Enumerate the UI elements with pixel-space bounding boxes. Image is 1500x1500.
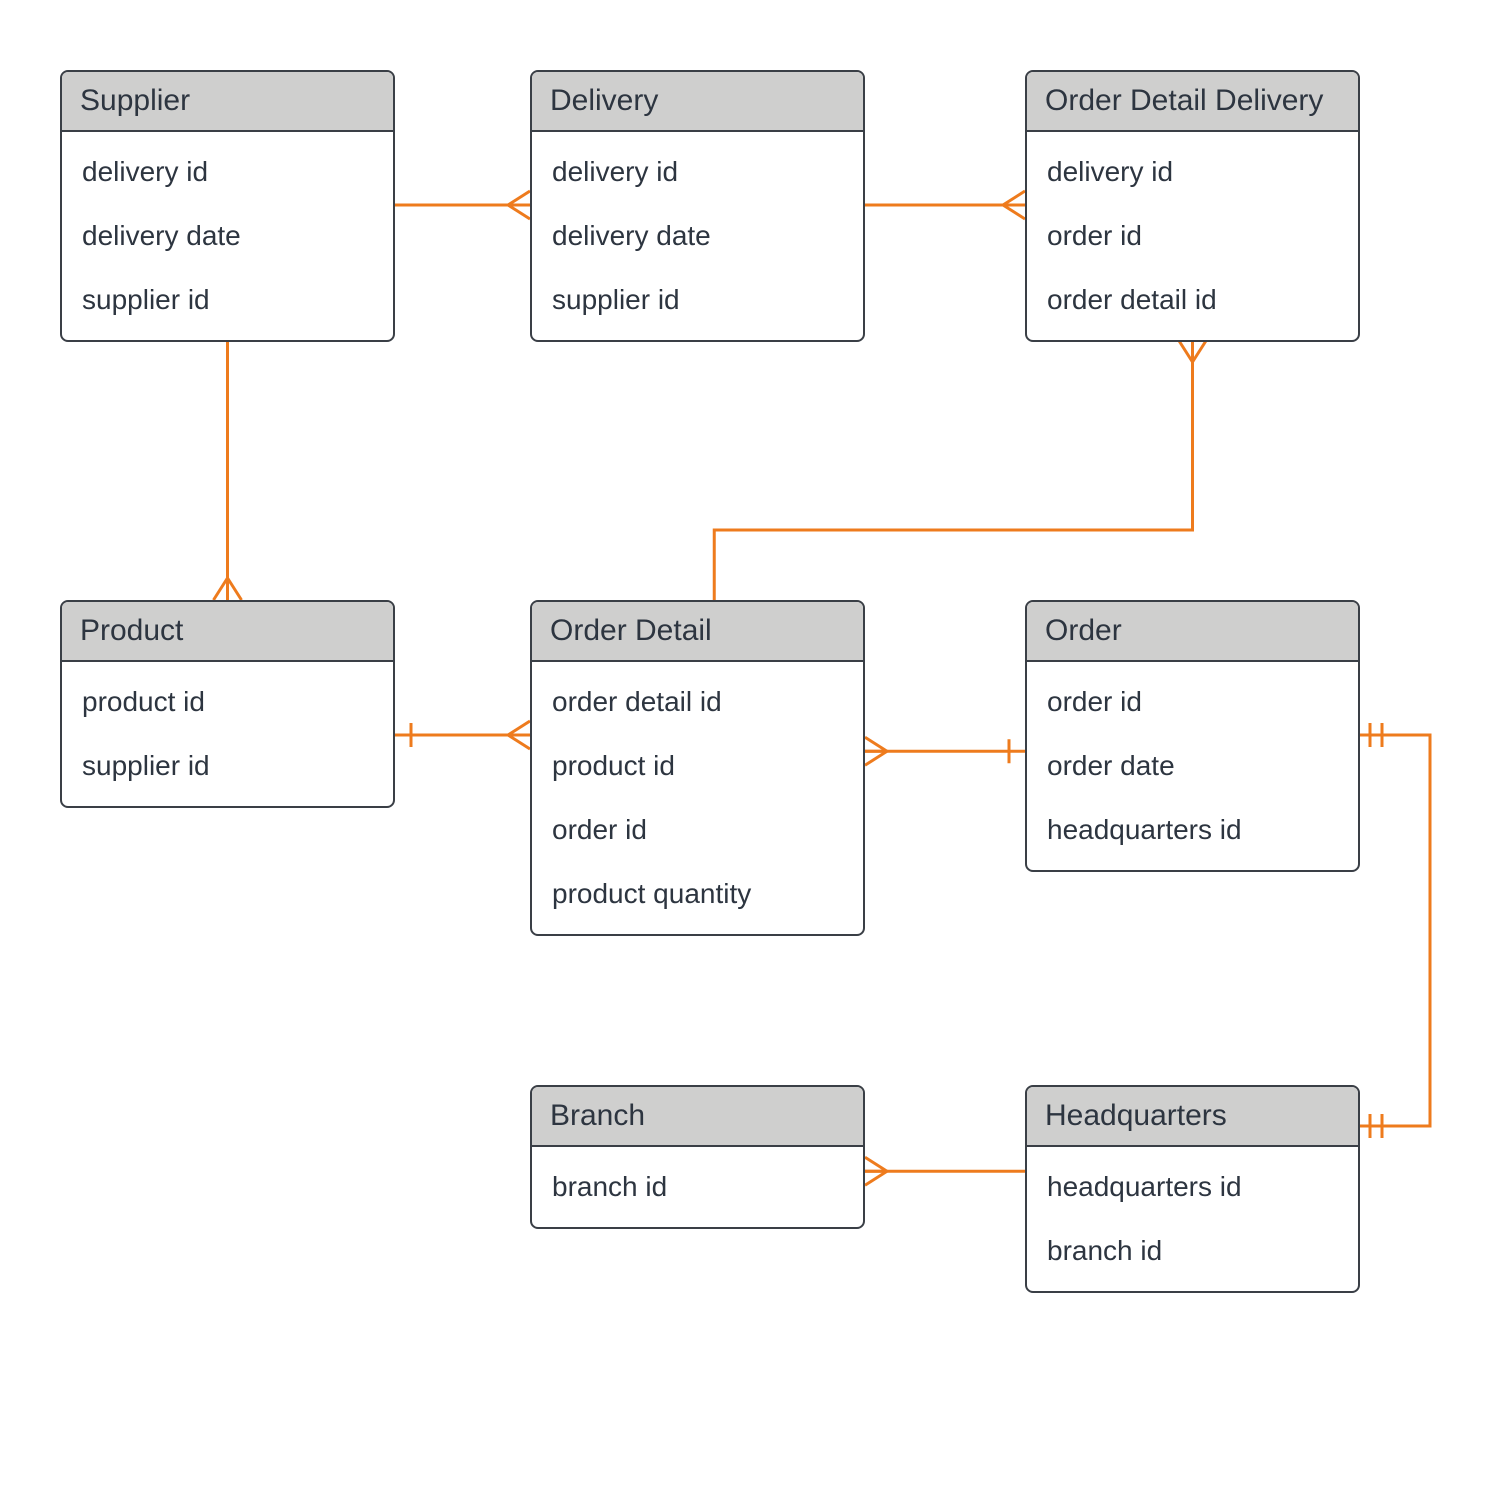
entity-product: Product product id supplier id [60,600,395,808]
entity-attrs: headquarters id branch id [1027,1147,1358,1291]
entity-title: Order Detail [532,602,863,662]
entity-attrs: delivery id delivery date supplier id [532,132,863,340]
entity-title: Order [1027,602,1358,662]
entity-attr: headquarters id [1027,798,1358,862]
entity-attr: supplier id [532,268,863,332]
entity-title: Product [62,602,393,662]
entity-headquarters: Headquarters headquarters id branch id [1025,1085,1360,1293]
entity-attr: order detail id [1027,268,1358,332]
entity-attr: order date [1027,734,1358,798]
entity-attr: delivery date [62,204,393,268]
entity-attr: delivery id [1027,140,1358,204]
entity-attr: branch id [1027,1219,1358,1283]
entity-attr: branch id [532,1155,863,1219]
entity-attrs: order id order date headquarters id [1027,662,1358,870]
entity-attr: delivery id [62,140,393,204]
entity-attrs: product id supplier id [62,662,393,806]
entity-attr: delivery date [532,204,863,268]
entity-attrs: delivery id delivery date supplier id [62,132,393,340]
entity-attr: supplier id [62,734,393,798]
entity-attr: order id [1027,204,1358,268]
er-diagram-canvas: Supplier delivery id delivery date suppl… [0,0,1500,1500]
entity-attr: headquarters id [1027,1155,1358,1219]
entity-branch: Branch branch id [530,1085,865,1229]
entity-title: Headquarters [1027,1087,1358,1147]
entity-delivery: Delivery delivery id delivery date suppl… [530,70,865,342]
entity-attr: product quantity [532,862,863,926]
entity-attr: product id [532,734,863,798]
entity-order-detail-delivery: Order Detail Delivery delivery id order … [1025,70,1360,342]
entity-order-detail: Order Detail order detail id product id … [530,600,865,936]
entity-title: Supplier [62,72,393,132]
entity-title: Branch [532,1087,863,1147]
entity-attr: supplier id [62,268,393,332]
entity-attrs: order detail id product id order id prod… [532,662,863,934]
entity-attr: order id [1027,670,1358,734]
entity-order: Order order id order date headquarters i… [1025,600,1360,872]
entity-attrs: delivery id order id order detail id [1027,132,1358,340]
entity-attr: order id [532,798,863,862]
entity-title: Order Detail Delivery [1027,72,1358,132]
entity-attr: order detail id [532,670,863,734]
entity-attrs: branch id [532,1147,863,1227]
entity-attr: delivery id [532,140,863,204]
entity-supplier: Supplier delivery id delivery date suppl… [60,70,395,342]
entity-title: Delivery [532,72,863,132]
entity-attr: product id [62,670,393,734]
